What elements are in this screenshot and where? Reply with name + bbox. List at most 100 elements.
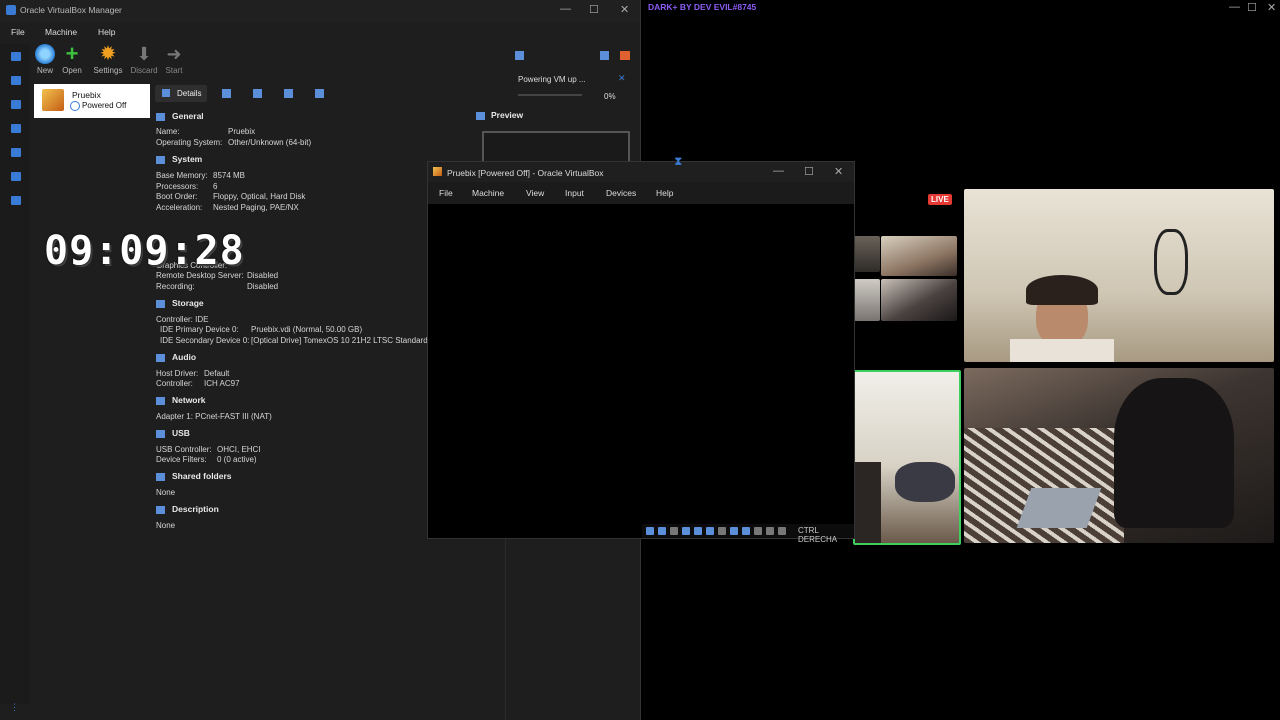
vm-menu-file[interactable]: File — [439, 188, 453, 198]
add-icon: + — [65, 41, 79, 66]
mouse-status-icon[interactable] — [766, 527, 774, 535]
vm-maximize-icon[interactable]: ☐ — [804, 165, 814, 178]
tool-machines-icon[interactable] — [11, 76, 21, 85]
gear-icon: ✹ — [99, 43, 117, 65]
divider — [505, 520, 506, 720]
camera-thumb-3[interactable] — [854, 279, 880, 321]
description-icon — [156, 505, 165, 514]
section-description[interactable]: Description — [156, 504, 219, 514]
cpu-status-icon[interactable] — [754, 527, 762, 535]
close-icon[interactable]: ✕ — [620, 3, 629, 16]
section-network[interactable]: Network — [156, 395, 206, 405]
audio-status-icon[interactable] — [670, 527, 678, 535]
vm-title-bar: Pruebix [Powered Off] - Oracle VirtualBo… — [428, 162, 854, 182]
tab-console-icon[interactable] — [315, 89, 324, 98]
section-general[interactable]: General — [156, 111, 204, 121]
vm-screen[interactable] — [428, 204, 854, 524]
minimize-icon[interactable]: — — [560, 3, 571, 15]
menu-help[interactable]: Help — [98, 27, 115, 37]
vm-menu-devices[interactable]: Devices — [606, 188, 636, 198]
acceleration-label: Acceleration: — [156, 203, 203, 212]
section-audio[interactable]: Audio — [156, 352, 196, 362]
progress-percent: 0% — [604, 92, 616, 101]
tab-details[interactable]: Details — [155, 85, 207, 102]
tool-welcome-icon[interactable] — [11, 52, 21, 61]
general-os-value: Other/Unknown (64-bit) — [228, 138, 312, 147]
tab-logs-icon[interactable] — [253, 89, 262, 98]
ide-primary-value: Pruebix.vdi (Normal, 50.00 GB) — [251, 325, 363, 334]
base-memory-label: Base Memory: — [156, 171, 208, 180]
start-button[interactable]: ➜ Start — [157, 44, 191, 75]
section-usb[interactable]: USB — [156, 428, 190, 438]
settings-button[interactable]: ✹ Settings — [91, 44, 125, 75]
discord-minimize-icon[interactable]: — — [1229, 1, 1240, 13]
open-button[interactable]: + Open — [55, 41, 89, 76]
drag-handle-icon[interactable]: ⋮ — [10, 702, 19, 713]
shared-folder-status-icon[interactable] — [706, 527, 714, 535]
recording-status-icon[interactable] — [730, 527, 738, 535]
section-shared-folders[interactable]: Shared folders — [156, 471, 232, 481]
vm-minimize-icon[interactable]: — — [773, 165, 784, 177]
device-filters-value: 0 (0 active) — [217, 455, 257, 464]
hourglass-cursor-icon: ⧗ — [674, 154, 683, 168]
webcam-feed-second[interactable] — [964, 368, 1274, 543]
optical-drive-icon[interactable] — [658, 527, 666, 535]
keyboard-status-icon[interactable] — [778, 527, 786, 535]
webcam-feed-third[interactable] — [853, 370, 961, 545]
tool-network-icon[interactable] — [11, 124, 21, 133]
webcam-feed-main[interactable] — [964, 189, 1274, 362]
menu-machine[interactable]: Machine — [45, 27, 77, 37]
progress-label: Powering VM up ... — [518, 75, 586, 84]
audio-icon — [156, 353, 165, 362]
vm-list-item[interactable]: Pruebix Powered Off — [34, 84, 150, 118]
host-driver-label: Host Driver: — [156, 369, 199, 378]
tool-media-icon[interactable] — [11, 100, 21, 109]
discord-title: DARK+ BY DEV EVIL#8745 — [648, 2, 757, 12]
general-name-label: Name: — [156, 127, 180, 136]
section-system[interactable]: System — [156, 154, 202, 164]
tools-strip — [0, 44, 30, 704]
discord-close-icon[interactable]: ✕ — [1267, 1, 1276, 14]
camera-thumb-1[interactable] — [854, 236, 880, 272]
tool-activities-icon[interactable] — [11, 172, 21, 181]
display-status-icon[interactable] — [718, 527, 726, 535]
vm-menu-machine[interactable]: Machine — [472, 188, 504, 198]
audio-controller-value: ICH AC97 — [204, 379, 240, 388]
vm-menu-help[interactable]: Help — [656, 188, 673, 198]
section-preview[interactable]: Preview — [476, 110, 523, 120]
section-storage[interactable]: Storage — [156, 298, 204, 308]
camera-thumb-4[interactable] — [881, 279, 957, 321]
tab-snapshots-icon[interactable] — [222, 89, 231, 98]
audio-controller-label: Controller: — [156, 379, 193, 388]
progress-notification: Powering VM up ... ✕ 0% — [512, 70, 628, 106]
shared-folders-icon — [156, 472, 165, 481]
tools-menu-icon[interactable] — [600, 51, 609, 60]
vm-status-bar: CTRL DERECHA — [642, 524, 854, 544]
discard-button[interactable]: ⬇ Discard — [127, 44, 161, 75]
network-adapter: Adapter 1: PCnet-FAST III (NAT) — [156, 412, 272, 421]
usb-status-icon[interactable] — [694, 527, 702, 535]
usb-controller-value: OHCI, EHCI — [217, 445, 261, 454]
vm-menu-bar: File Machine View Input Devices Help — [428, 182, 854, 204]
machine-tools-icon[interactable] — [620, 51, 630, 60]
network-status-icon[interactable] — [682, 527, 690, 535]
host-key-label: CTRL DERECHA — [798, 526, 838, 544]
camera-thumb-2[interactable] — [881, 236, 957, 276]
vm-close-icon[interactable]: ✕ — [834, 165, 843, 178]
hard-disk-icon[interactable] — [646, 527, 654, 535]
maximize-icon[interactable]: ☐ — [589, 3, 599, 16]
overlay-clock: 09:09:28 — [44, 228, 245, 274]
progress-close-icon[interactable]: ✕ — [618, 73, 626, 84]
discord-maximize-icon[interactable]: ☐ — [1247, 1, 1257, 14]
vm-menu-input[interactable]: Input — [565, 188, 584, 198]
menu-file[interactable]: File — [11, 27, 25, 37]
tool-extensions-icon[interactable] — [11, 196, 21, 205]
notification-icon[interactable] — [515, 51, 524, 60]
details-icon — [162, 89, 170, 97]
general-os-label: Operating System: — [156, 138, 223, 147]
ide-primary-label: IDE Primary Device 0: — [160, 325, 239, 334]
tab-performance-icon[interactable] — [284, 89, 293, 98]
tool-cloud-icon[interactable] — [11, 148, 21, 157]
vt-status-icon[interactable] — [742, 527, 750, 535]
vm-menu-view[interactable]: View — [526, 188, 544, 198]
